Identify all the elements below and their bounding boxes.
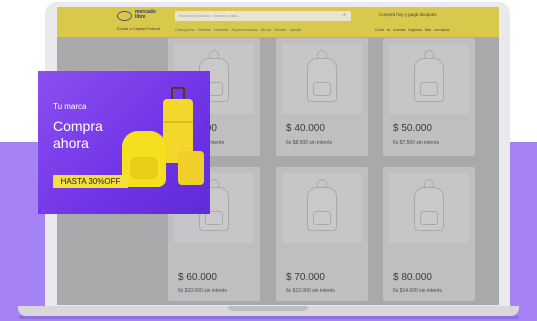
product-image: [282, 44, 362, 114]
discount-badge: HASTA 30%OFF: [53, 175, 128, 188]
product-installments: 6x $12.000 sin interés: [286, 288, 335, 294]
promo-banner[interactable]: Tu marca Compra ahora HASTA 30%OFF: [38, 71, 210, 214]
product-image: [282, 173, 362, 243]
laptop-base-shadow: [18, 316, 519, 319]
banner-cta-line1[interactable]: Compra: [53, 118, 103, 134]
product-installments: 6x $7.500 sin interés: [393, 140, 440, 146]
product-price: $ 50.000: [393, 123, 432, 134]
product-price: $ 40.000: [286, 123, 325, 134]
product-card[interactable]: $ 80.000 6x $14.000 sin interés: [383, 167, 475, 301]
product-card[interactable]: $ 40.000 6x $8.000 sin interés: [276, 38, 368, 156]
handbag-icon: [178, 151, 204, 185]
product-card[interactable]: $ 50.000 6x $7.500 sin interés: [383, 38, 475, 156]
product-price: $ 60.000: [178, 272, 217, 283]
product-image: [389, 44, 469, 114]
banner-brand: Tu marca: [53, 102, 87, 111]
search-placeholder: Buscar productos, marcas y más...: [179, 13, 241, 18]
product-image: [389, 173, 469, 243]
account-links[interactable]: Creá tu cuenta Ingresá Mis compras: [375, 27, 449, 32]
search-input[interactable]: Buscar productos, marcas y más... ⌕: [175, 11, 351, 21]
handshake-logo-icon[interactable]: [117, 11, 132, 21]
product-installments: 6x $14.000 sin interés: [393, 288, 442, 294]
promo-link[interactable]: Comprá hoy y pagá después: [379, 12, 437, 17]
category-nav[interactable]: Categorías Ofertas Historial Supermercad…: [175, 27, 301, 32]
laptop-notch: [228, 306, 308, 311]
product-price: $ 80.000: [393, 272, 432, 283]
banner-cta-line2[interactable]: ahora: [53, 135, 89, 151]
search-icon[interactable]: ⌕: [343, 13, 346, 18]
site-header: mercado libre Buscar productos, marcas y…: [57, 7, 499, 37]
product-installments: 6x $8.000 sin interés: [286, 140, 333, 146]
site-logo-text[interactable]: mercado libre: [135, 10, 159, 20]
delivery-address[interactable]: Enviar a Capital Federal: [117, 26, 160, 31]
product-installments: 6x $10.000 sin interés: [178, 288, 227, 294]
product-card[interactable]: $ 70.000 6x $12.000 sin interés: [276, 167, 368, 301]
product-price: $ 70.000: [286, 272, 325, 283]
